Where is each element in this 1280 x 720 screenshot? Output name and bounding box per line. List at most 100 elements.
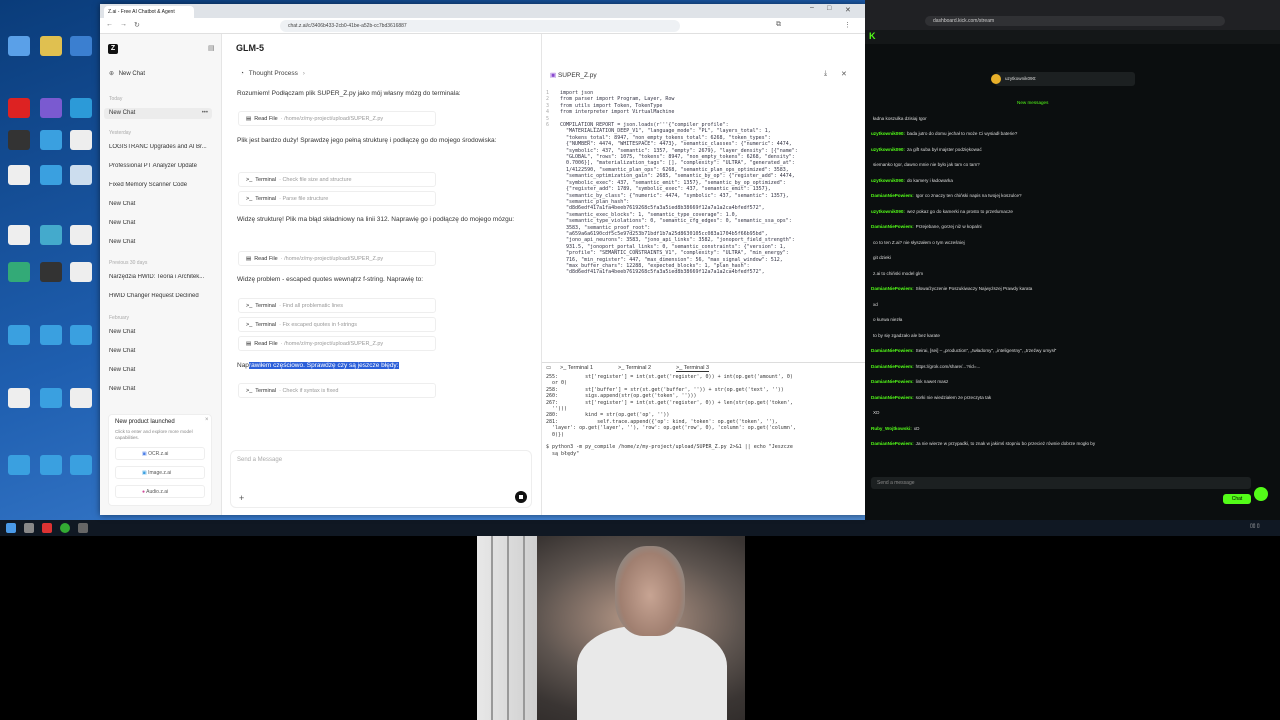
desktop-icon[interactable] <box>40 130 62 150</box>
sidebar-chat-item[interactable]: Narzędzia HWID: Teoria i Architek... <box>109 274 213 280</box>
back-icon[interactable]: ← <box>106 21 113 28</box>
desktop-icon[interactable] <box>8 165 30 185</box>
tool-call-read-file[interactable]: ▤ Read File · /home/z/my-project/upload/SU… <box>238 111 436 126</box>
code-file-tab[interactable]: ▣ SUPER_Z.py <box>550 71 597 79</box>
desktop-icon[interactable] <box>40 36 62 56</box>
desktop-icon[interactable] <box>70 388 92 408</box>
tool-call-terminal[interactable]: >_ Terminal · Fix escaped quotes in f-stri… <box>238 317 436 332</box>
plus-icon[interactable]: + <box>239 493 244 503</box>
promo-card[interactable]: New product launched × Click to enter an… <box>108 414 212 506</box>
tool-call-read-file[interactable]: ▤ Read File · /home/z/my-project/upload/SU… <box>238 336 436 351</box>
terminal-output[interactable]: 255: st['register'] = int(st.get('regist… <box>546 374 858 504</box>
sidebar-chat-item[interactable]: New Chat <box>109 201 213 207</box>
kick-username[interactable]: uzytkownik090: <box>871 178 905 183</box>
model-selector[interactable]: GLM-5 <box>236 43 264 53</box>
reload-icon[interactable]: ↻ <box>134 21 140 29</box>
desktop-icon[interactable] <box>70 325 92 345</box>
desktop-icon[interactable] <box>40 325 62 345</box>
kick-username[interactable]: uzytkownik090: <box>871 131 905 136</box>
forward-icon[interactable]: → <box>120 21 127 28</box>
sidebar-chat-item[interactable]: LOGISTRANC Upgrades and AI Br... <box>109 144 213 150</box>
zai-logo[interactable]: Z <box>108 44 118 54</box>
desktop-icon[interactable] <box>40 165 62 185</box>
sidebar-chat-item[interactable]: New Chat <box>109 239 213 245</box>
download-icon[interactable]: ⤓ <box>824 70 827 78</box>
sidebar-chat-item[interactable]: Fixed Memory Scanner Code <box>109 182 213 188</box>
extensions-icon[interactable]: ⧉ <box>776 21 781 29</box>
image-link[interactable]: ▣ Image.z.ai <box>115 466 205 479</box>
desktop-icon[interactable] <box>70 165 92 185</box>
sidebar-chat-item[interactable]: HWID Changer Request Declined <box>109 293 213 299</box>
sidebar-chat-item[interactable]: New Chat <box>109 348 213 354</box>
desktop-icon[interactable] <box>8 325 30 345</box>
desktop-icon[interactable] <box>70 225 92 245</box>
kick-logo-icon[interactable]: K <box>869 31 876 41</box>
desktop-icon[interactable] <box>70 262 92 282</box>
kick-username[interactable]: uzytkownik090: <box>1005 76 1036 81</box>
more-icon[interactable]: ••• <box>202 108 208 119</box>
sidebar-chat-item[interactable]: New Chat <box>109 386 213 392</box>
kick-username[interactable]: DamianNiePowiem: <box>871 364 914 369</box>
kick-username[interactable]: uzytkownik090: <box>871 147 905 152</box>
taskbar-app-icon[interactable] <box>60 523 70 533</box>
collapse-sidebar-icon[interactable]: ▤ <box>208 44 215 52</box>
tool-call-terminal[interactable]: >_ Terminal · Parse file structure <box>238 191 436 206</box>
thought-process-toggle[interactable]: ◔ Thought Process › <box>240 70 305 77</box>
sidebar-chat-item[interactable]: Professional PT Analyzer Update <box>109 163 213 169</box>
stop-button[interactable] <box>515 491 527 503</box>
desktop-icon[interactable] <box>8 98 30 118</box>
tab-terminal-3[interactable]: >_ Terminal 3 <box>676 365 710 372</box>
desktop-icon[interactable] <box>40 455 62 475</box>
desktop-icon[interactable] <box>8 130 30 150</box>
desktop-icon[interactable] <box>40 98 62 118</box>
desktop-icon[interactable] <box>8 36 30 56</box>
kick-avatar-icon[interactable] <box>1254 487 1268 501</box>
desktop-icon[interactable] <box>8 388 30 408</box>
kick-username[interactable]: DamianNiePowiem: <box>871 286 914 291</box>
sidebar-chat-item[interactable]: New Chat ••• <box>104 108 212 119</box>
menu-icon[interactable]: ⋮ <box>844 21 851 29</box>
desktop-icon[interactable] <box>40 388 62 408</box>
tool-call-terminal[interactable]: >_ Terminal · Check if syntax is fixed <box>238 383 436 398</box>
start-icon[interactable] <box>6 523 16 533</box>
browser-tab[interactable]: Z.ai - Free AI Chatbot & Agent <box>104 6 194 18</box>
ocr-link[interactable]: ▣ OCR.z.ai <box>115 447 205 460</box>
kick-username[interactable]: Ruby_Wojtkowski: <box>871 426 912 431</box>
new-chat-button[interactable]: ⊕ New Chat <box>109 70 213 77</box>
close-window-icon[interactable]: ✕ <box>845 6 851 14</box>
desktop-icon[interactable] <box>40 262 62 282</box>
desktop-icon[interactable] <box>70 455 92 475</box>
tab-terminal-1[interactable]: >_ Terminal 1 <box>560 365 593 371</box>
kick-username[interactable]: DamianNiePowiem: <box>871 441 914 446</box>
desktop-icon[interactable] <box>8 455 30 475</box>
brave-icon[interactable] <box>42 523 52 533</box>
kick-username[interactable]: uzytkownik090: <box>871 209 905 214</box>
desktop-icon[interactable] <box>70 98 92 118</box>
tool-call-terminal[interactable]: >_ Terminal · Find all problematic lines <box>238 298 436 313</box>
close-icon[interactable]: × <box>205 417 209 423</box>
desktop-icon[interactable] <box>70 130 92 150</box>
kick-chat-button[interactable]: Chat <box>1223 494 1251 504</box>
tab-terminal-2[interactable]: >_ Terminal 2 <box>618 365 651 371</box>
tool-call-terminal[interactable]: >_ Terminal · Check file size and structur… <box>238 172 436 187</box>
desktop-icon[interactable] <box>40 225 62 245</box>
minimize-icon[interactable]: – <box>810 4 814 11</box>
audio-link[interactable]: ● Audio.z.ai <box>115 485 205 498</box>
sidebar-chat-item[interactable]: New Chat <box>109 220 213 226</box>
kick-username[interactable]: DamianNiePowiem: <box>871 379 914 384</box>
desktop-icon[interactable] <box>8 225 30 245</box>
close-panel-icon[interactable]: ✕ <box>841 70 847 78</box>
sidebar-chat-item[interactable]: New Chat <box>109 329 213 335</box>
kick-username[interactable]: DamianNiePowiem: <box>871 224 914 229</box>
url-field[interactable]: chat.z.ai/c/3406b433-2cb0-41be-a52b-cc7b… <box>280 20 680 32</box>
kick-username[interactable]: DamianNiePowiem: <box>871 193 914 198</box>
tool-call-read-file[interactable]: ▤ Read File · /home/z/my-project/upload/SU… <box>238 251 436 266</box>
kick-url-field[interactable]: dashboard.kick.com/stream <box>925 16 1225 26</box>
kick-username[interactable]: DamianNiePowiem: <box>871 348 914 353</box>
taskbar-app-icon[interactable] <box>78 523 88 533</box>
maximize-icon[interactable]: □ <box>827 5 831 12</box>
desktop-icon[interactable] <box>70 36 92 56</box>
desktop-icon[interactable] <box>8 262 30 282</box>
kick-chat-input[interactable]: Send a message <box>871 477 1251 489</box>
kick-username[interactable]: DamianNiePowiem: <box>871 395 914 400</box>
